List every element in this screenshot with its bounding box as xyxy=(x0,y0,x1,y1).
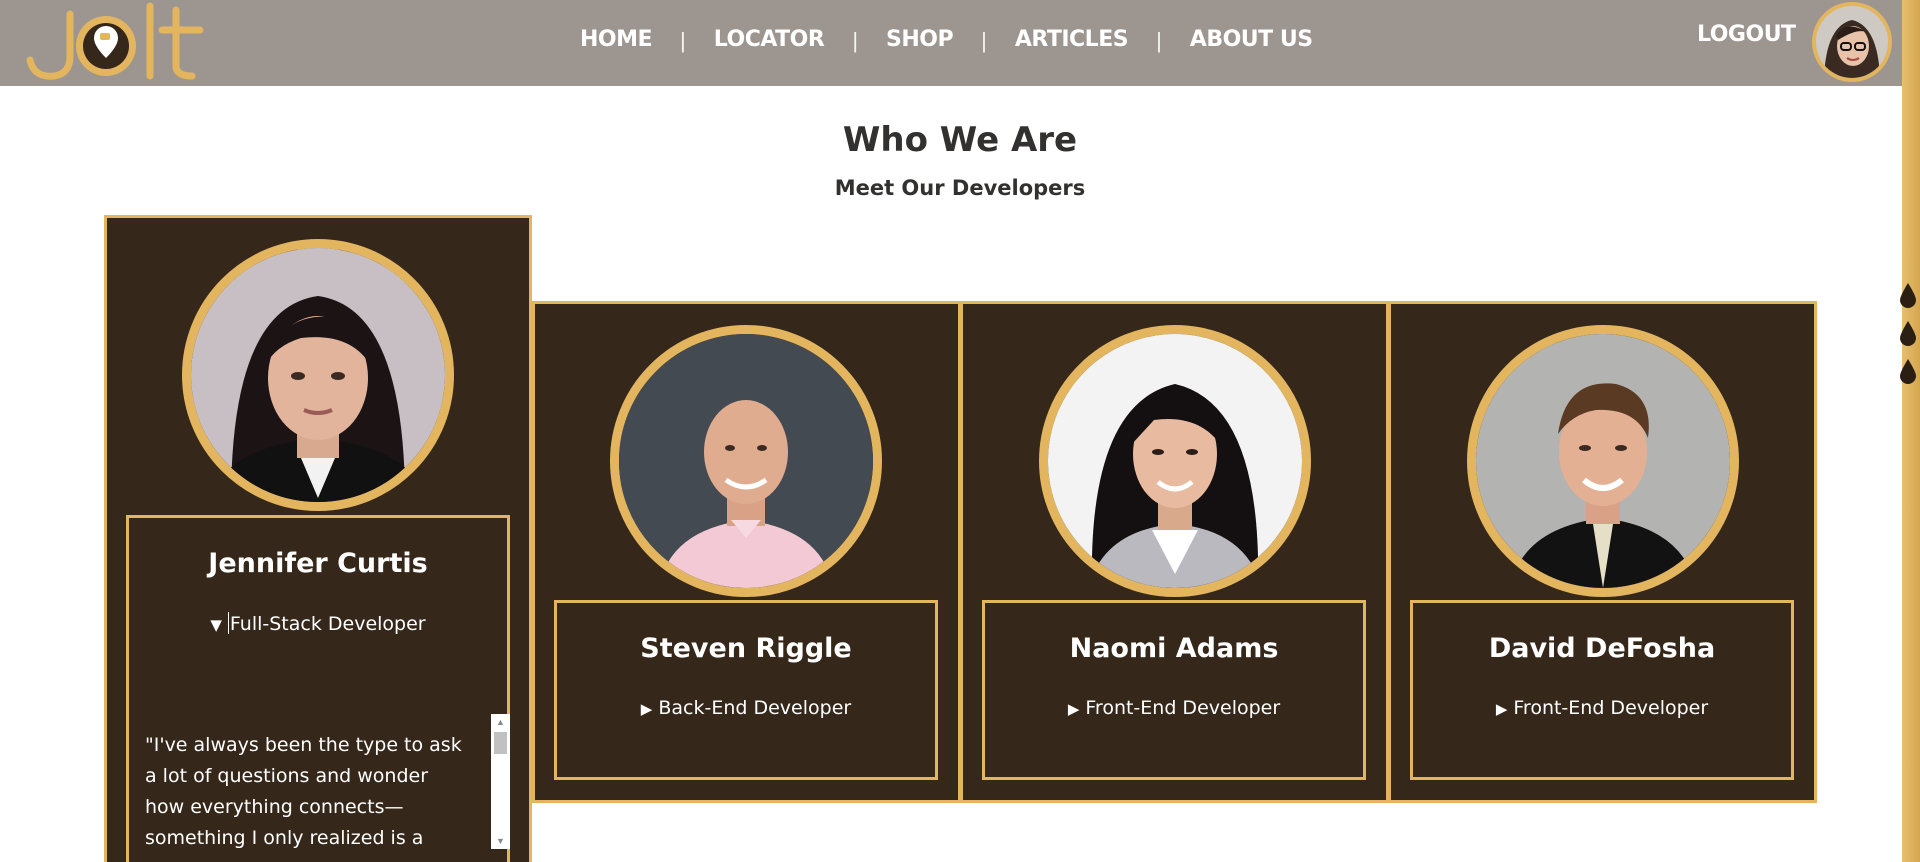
nav-locator[interactable]: LOCATOR xyxy=(714,27,825,52)
coffee-drop-icon xyxy=(1900,359,1916,384)
developer-info-box: Steven Riggle ▶ Back-End Developer xyxy=(554,600,938,780)
main-nav: HOME | LOCATOR | SHOP | ARTICLES | ABOUT… xyxy=(580,22,1313,56)
nav-shop[interactable]: SHOP xyxy=(886,27,954,52)
developer-bio: "I've always been the type to ask a lot … xyxy=(145,734,462,849)
developer-name: Jennifer Curtis xyxy=(208,548,428,579)
david-portrait xyxy=(1476,334,1730,588)
developer-role-toggle[interactable]: ▶ Front-End Developer xyxy=(985,697,1363,719)
nav-divider: | xyxy=(981,28,987,53)
steven-portrait xyxy=(619,334,873,588)
triangle-right-icon: ▶ xyxy=(1067,700,1080,718)
developer-bio-scrollarea[interactable]: "I've always been the type to ask a lot … xyxy=(145,714,491,854)
developer-name: Naomi Adams xyxy=(1069,633,1279,664)
user-avatar-image xyxy=(1816,6,1888,78)
developer-role-toggle[interactable]: ▶ Front-End Developer xyxy=(1413,697,1791,719)
jennifer-portrait xyxy=(191,248,445,502)
developer-photo xyxy=(610,325,882,597)
developer-role-toggle[interactable]: ▼ Full-Stack Developer xyxy=(129,612,507,635)
developer-info-box: Naomi Adams ▶ Front-End Developer xyxy=(982,600,1366,780)
developer-info-box: Jennifer Curtis ▼ Full-Stack Developer "I… xyxy=(126,515,510,862)
developer-card-steven: Steven Riggle ▶ Back-End Developer xyxy=(532,301,961,803)
text-caret xyxy=(227,612,229,634)
triangle-down-icon: ▼ xyxy=(210,616,222,634)
developer-role: Back-End Developer xyxy=(658,697,852,719)
user-avatar[interactable] xyxy=(1812,2,1892,82)
developer-card-david: David DeFosha ▶ Front-End Developer xyxy=(1388,301,1817,803)
nav-home[interactable]: HOME xyxy=(580,27,653,52)
naomi-portrait xyxy=(1048,334,1302,588)
nav-divider: | xyxy=(1156,28,1162,53)
bio-scrollbar[interactable]: ▲ ▼ xyxy=(491,714,510,849)
developer-role: Front-End Developer xyxy=(1085,697,1281,719)
nav-about-us[interactable]: ABOUT US xyxy=(1190,27,1313,52)
developer-role-toggle[interactable]: ▶ Back-End Developer xyxy=(557,697,935,719)
developer-photo xyxy=(1039,325,1311,597)
developer-name: Steven Riggle xyxy=(640,633,852,664)
coffee-drop-icon xyxy=(1900,321,1916,346)
coffee-drop-icon xyxy=(1900,283,1916,308)
jolt-logo[interactable] xyxy=(24,0,204,82)
logout-link[interactable]: LOGOUT xyxy=(1697,22,1796,47)
page-title: Who We Are xyxy=(842,120,1078,160)
developer-info-box: David DeFosha ▶ Front-End Developer xyxy=(1410,600,1794,780)
developer-photo xyxy=(1467,325,1739,597)
nav-divider: | xyxy=(852,28,859,53)
developer-name: David DeFosha xyxy=(1488,633,1716,664)
triangle-right-icon: ▶ xyxy=(1495,700,1508,718)
nav-divider: | xyxy=(680,28,686,53)
developer-card-jennifer: Jennifer Curtis ▼ Full-Stack Developer "I… xyxy=(104,215,532,862)
nav-articles[interactable]: ARTICLES xyxy=(1015,27,1129,52)
scrollbar-thumb[interactable] xyxy=(494,732,507,754)
page-subtitle: Meet Our Developers xyxy=(834,176,1086,200)
top-nav: HOME | LOCATOR | SHOP | ARTICLES | ABOUT… xyxy=(0,0,1902,86)
developer-role: Front-End Developer xyxy=(1513,697,1709,719)
developer-card-naomi: Naomi Adams ▶ Front-End Developer xyxy=(960,301,1389,803)
scroll-up-arrow-icon[interactable]: ▲ xyxy=(491,714,510,730)
triangle-right-icon: ▶ xyxy=(640,700,653,718)
developer-role: Full-Stack Developer xyxy=(229,613,426,635)
developer-photo xyxy=(182,239,454,511)
coffee-drops xyxy=(1899,282,1920,396)
scroll-down-arrow-icon[interactable]: ▼ xyxy=(491,833,510,849)
